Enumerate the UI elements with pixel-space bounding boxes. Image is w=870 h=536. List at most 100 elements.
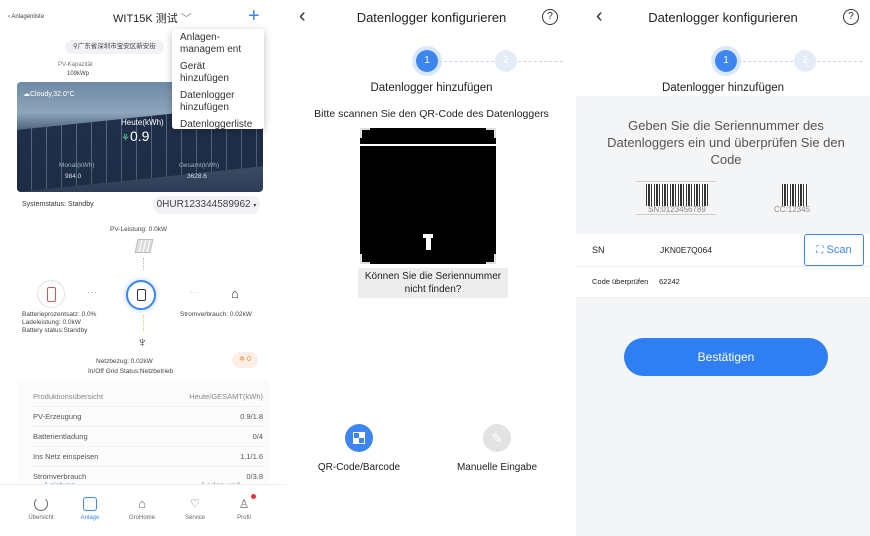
address-pill: ⚲广东省深圳市宝安区新安街 xyxy=(65,40,164,54)
plant-overview-screen: ‹ Anlagenliste WIT15K 测试 ﹀ + ⚲广东省深圳市宝安区新… xyxy=(0,0,287,536)
serial-text: 0HUR123344589962 xyxy=(156,199,251,210)
code-input[interactable]: 62242 xyxy=(659,277,680,286)
help-icon[interactable]: ? xyxy=(542,9,558,25)
inverter-icon xyxy=(137,289,146,301)
serial-not-found-button[interactable]: Können Sie die Seriennummer nicht finden… xyxy=(358,268,508,298)
scan-button[interactable]: ⛶ Scan xyxy=(804,234,864,266)
example-sn: SN:0123456789 xyxy=(648,205,706,214)
page-title: Datenlogger konfigurieren xyxy=(356,10,507,25)
fault-count: 0 xyxy=(246,356,251,363)
header: Datenlogger konfigurieren xyxy=(289,0,574,36)
month-value: 984.0 xyxy=(65,173,82,180)
profile-icon: ♙ xyxy=(237,494,256,511)
step-connector xyxy=(518,61,563,62)
help-icon[interactable]: ? xyxy=(843,9,859,25)
step-1: 1 xyxy=(416,50,438,72)
system-status: Systemstatus: Standby xyxy=(22,201,94,208)
step-connector xyxy=(439,61,494,62)
back-icon[interactable]: ‹ xyxy=(299,5,306,28)
menu-item-plant-management[interactable]: Anlagen-managem ent xyxy=(180,32,256,55)
production-table: Produktionsübersicht Heute/GESAMT(kWh) PV… xyxy=(17,381,269,485)
battery-percent: Batterieprozentsatz: 0.0% xyxy=(22,311,97,318)
code-row: Code überprüfen 62242 xyxy=(576,267,870,298)
menu-item-add-device[interactable]: Gerät hinzufügen xyxy=(180,61,256,84)
code-label: Code überprüfen xyxy=(592,277,649,286)
step-2: 2 xyxy=(794,50,816,72)
page-title: Datenlogger konfigurieren xyxy=(648,10,798,25)
consumption: Stromverbrauch: 0.02kW xyxy=(180,311,252,318)
option-label: Manuelle Eingabe xyxy=(456,462,538,473)
option-label: QR-Code/Barcode xyxy=(317,462,401,473)
step-1: 1 xyxy=(715,50,737,72)
home-node: ⌂ xyxy=(227,283,249,305)
grid-draw: Netzbezug: 0.02kW xyxy=(96,358,153,365)
qr-code-icon xyxy=(345,424,373,452)
weather: ☁Cloudy,32.0°C xyxy=(23,91,75,98)
tab-grohome[interactable]: ⌂ GroHome xyxy=(117,496,167,522)
example-barcode-sn xyxy=(646,184,708,206)
table-row: PV-Erzeugung 0.9/1.8 xyxy=(33,407,263,427)
step-connector xyxy=(817,61,862,62)
fault-badge[interactable]: ✲ 0 xyxy=(232,352,258,368)
row-label: Ins Netz einspeisen xyxy=(33,452,99,461)
row-label: Batterientladung xyxy=(33,432,88,441)
tab-profile[interactable]: ♙ Profil xyxy=(219,494,269,521)
tab-label: Service xyxy=(184,515,205,521)
row-label: PV-Erzeugung xyxy=(33,412,82,421)
tab-label: Übersicht xyxy=(28,515,54,521)
menu-item-add-datalogger[interactable]: Datenlogger hinzufügen xyxy=(180,90,256,113)
flow-line xyxy=(143,258,144,270)
example-cc: CC:12345 xyxy=(774,205,811,214)
flow-line-grid xyxy=(143,315,144,331)
table-row: Batterientladung 0/4 xyxy=(33,427,263,447)
battery-node xyxy=(37,280,65,308)
back-icon[interactable]: ‹ xyxy=(596,5,603,28)
table-header: Produktionsübersicht Heute/GESAMT(kWh) xyxy=(33,387,263,407)
flashlight-icon[interactable] xyxy=(423,234,433,252)
tab-label: Profil xyxy=(237,515,251,521)
example-barcode-cc xyxy=(782,184,808,206)
table-header-left: Produktionsübersicht xyxy=(33,392,104,401)
row-label: Stromverbrauch xyxy=(33,472,87,481)
plant-selector[interactable]: WIT15K 测试 ﹀ xyxy=(113,10,192,26)
today-number: 0.9 xyxy=(129,128,150,144)
row-value: 0.9/1.8 xyxy=(240,412,263,421)
step-label: Datenlogger hinzufügen xyxy=(661,82,785,94)
camera-viewfinder[interactable] xyxy=(360,128,496,264)
plant-name: WIT15K 测试 xyxy=(113,13,178,25)
sn-label: SN xyxy=(592,245,605,255)
grid-status: In/Off Grid Status:Netzbetrieb xyxy=(88,368,174,375)
battery-info: Batterieprozentsatz: 0.0% Ladeleistung: … xyxy=(22,311,96,335)
address: 广东省深圳市宝安区新安街 xyxy=(77,43,156,50)
overview-icon xyxy=(34,497,48,511)
table-row: Ins Netz einspeisen 1.1/1.6 xyxy=(33,447,263,467)
option-manual-entry[interactable]: ✎ Manuelle Eingabe xyxy=(442,424,552,473)
menu-item-datalogger-list[interactable]: Datenloggerliste xyxy=(180,119,256,131)
add-icon[interactable]: + xyxy=(248,5,260,28)
instruction: Bitte scannen Sie den QR-Code des Datenl… xyxy=(314,108,549,120)
row-value: 0/4 xyxy=(252,432,263,441)
corner-marker xyxy=(360,254,370,264)
option-qr-barcode[interactable]: QR-Code/Barcode xyxy=(304,424,414,473)
tab-label: Anlage xyxy=(80,515,100,521)
home-icon: ⌂ xyxy=(231,286,239,301)
step-2: 2 xyxy=(495,50,517,72)
scan-icon: ⛶ xyxy=(816,245,824,256)
flow-dots-left: ··· xyxy=(87,288,98,297)
tab-service[interactable]: ♡ Service xyxy=(170,497,220,521)
total-value: 3628.6 xyxy=(187,173,207,180)
sn-input[interactable]: JKN0E7Q064 xyxy=(660,245,712,255)
battery-status: Battery status:Standby xyxy=(22,327,88,334)
pencil-icon: ✎ xyxy=(483,424,511,452)
manual-entry-screen: Datenlogger konfigurieren ‹ ? 1 2 Datenl… xyxy=(576,0,870,536)
tab-plant[interactable]: Anlage xyxy=(65,497,115,521)
month-label: Monat(kWh) xyxy=(59,162,95,169)
back-button[interactable]: ‹ Anlagenliste xyxy=(8,14,44,20)
weather-text: Cloudy,32.0°C xyxy=(30,91,75,98)
tab-overview[interactable]: Übersicht xyxy=(16,497,66,521)
device-serial-selector[interactable]: 0HUR123344589962 ▾ xyxy=(153,196,260,214)
confirm-button[interactable]: Bestätigen xyxy=(624,338,828,376)
scan-line xyxy=(360,144,496,146)
home-icon: ⌂ xyxy=(138,496,146,511)
row-value: 1.1/1.6 xyxy=(240,452,263,461)
